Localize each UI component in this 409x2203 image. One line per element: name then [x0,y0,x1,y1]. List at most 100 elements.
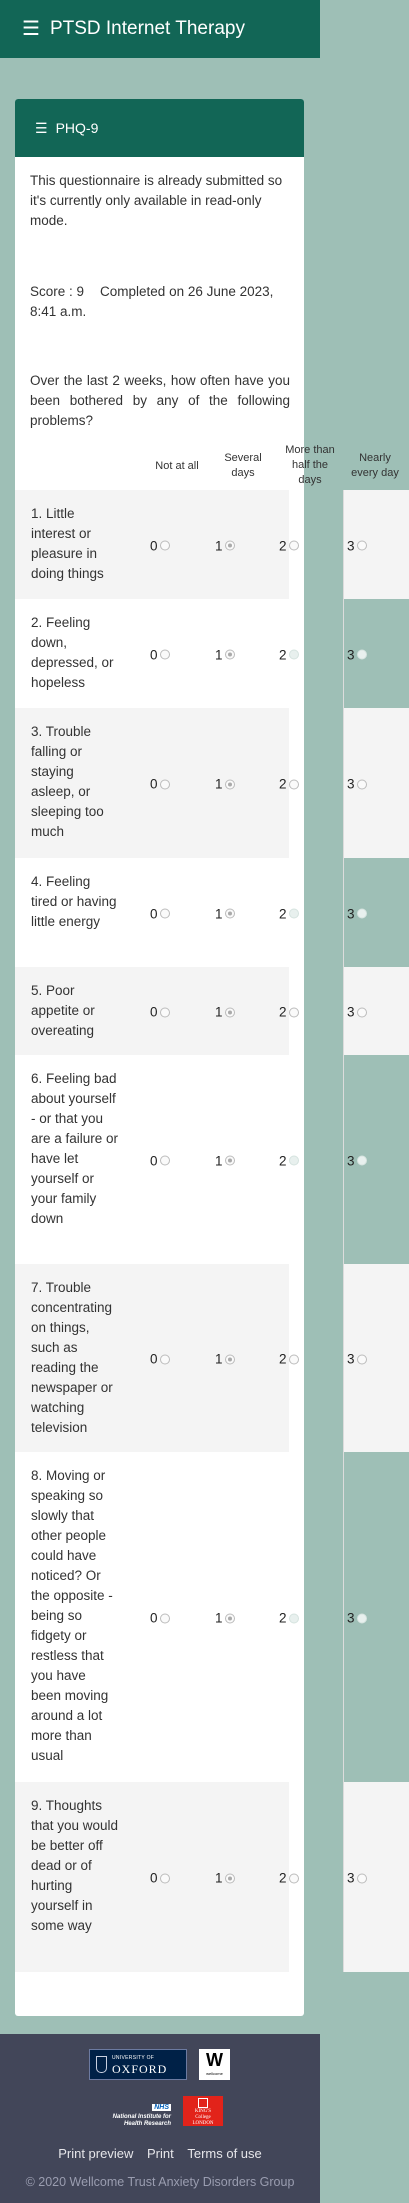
answer-option[interactable]: 3 [347,777,367,792]
answer-option[interactable]: 0 [150,538,170,553]
answer-option[interactable]: 3 [347,1153,367,1168]
answer-option[interactable]: 0 [150,1871,170,1886]
answer-option[interactable]: 3 [347,1611,367,1626]
radio-button[interactable] [224,649,235,660]
answer-option[interactable]: 2 [279,1871,299,1886]
radio-button[interactable] [224,779,235,789]
answer-option[interactable]: 2 [279,906,299,921]
print-preview-link[interactable]: Print preview [58,2146,133,2161]
radio-button[interactable] [159,1873,170,1883]
answer-option[interactable]: 0 [150,1153,170,1168]
radio-button[interactable] [224,1354,235,1364]
wellcome-logo-mark: W [206,2050,223,2070]
radio-button[interactable] [356,908,367,919]
answer-option[interactable]: 3 [347,1871,367,1886]
radio-button[interactable] [224,1613,235,1623]
radio-button[interactable] [288,908,299,919]
answer-option[interactable]: 0 [150,777,170,792]
radio-button[interactable] [288,1155,299,1166]
answer-option[interactable]: 1 [215,1352,235,1367]
radio-button[interactable] [288,540,299,551]
answer-option[interactable]: 1 [215,906,235,921]
answer-value: 1 [215,1351,223,1367]
question-row: 5. Poor appetite or overeating 0 1 2 3 [15,967,409,1055]
answer-option[interactable]: 1 [215,1005,235,1020]
radio-button[interactable] [224,1155,235,1166]
radio-button[interactable] [224,1873,235,1883]
answer-value: 2 [279,1351,287,1367]
answer-option[interactable]: 1 [215,538,235,553]
column-header-several-days: Several days [224,452,262,479]
wellcome-logo[interactable]: W wellcome [199,2049,230,2080]
radio-button[interactable] [356,1613,367,1623]
radio-button[interactable] [288,1613,299,1623]
column-header-nearly-every-day: Nearly every day [351,452,399,479]
radio-button[interactable] [159,908,170,919]
answer-option[interactable]: 0 [150,906,170,921]
question-prompt: Over the last 2 weeks, how often have yo… [30,373,290,428]
radio-button[interactable] [288,779,299,789]
answer-option[interactable]: 1 [215,1153,235,1168]
terms-link[interactable]: Terms of use [187,2146,261,2161]
answer-option[interactable]: 3 [347,1005,367,1020]
answer-option[interactable]: 1 [215,1611,235,1626]
answer-option[interactable]: 2 [279,538,299,553]
answer-option[interactable]: 0 [150,647,170,662]
answer-option[interactable]: 2 [279,777,299,792]
radio-button[interactable] [159,1613,170,1623]
answer-option[interactable]: 3 [347,906,367,921]
answer-value: 3 [347,1153,355,1168]
radio-button[interactable] [159,1354,170,1364]
radio-button[interactable] [356,1873,367,1883]
radio-button[interactable] [356,649,367,660]
answer-option[interactable]: 0 [150,1005,170,1020]
radio-button[interactable] [288,1354,299,1364]
radio-button[interactable] [224,908,235,919]
nhs-badge: NHS [152,2104,171,2111]
oxford-logo[interactable]: UNIVERSITY OF OXFORD [89,2049,187,2080]
answer-option[interactable]: 3 [347,647,367,662]
answer-option[interactable]: 1 [215,1871,235,1886]
question-row: 6. Feeling bad about yourself - or that … [15,1055,409,1264]
question-label: 2. Feeling down, depressed, or hopeless [31,615,114,690]
radio-button[interactable] [288,1007,299,1017]
answer-option[interactable]: 2 [279,1005,299,1020]
nihr-logo[interactable]: NHS National Institute for Health Resear… [99,2096,171,2127]
radio-button[interactable] [159,540,170,551]
kings-college-logo[interactable]: KING'S College LONDON [183,2096,223,2126]
top-app-bar: ☰ PTSD Internet Therapy [0,0,320,58]
radio-button[interactable] [288,1873,299,1883]
app-title[interactable]: PTSD Internet Therapy [50,18,245,40]
column-header-not-at-all: Not at all [155,460,199,472]
question-label: 1. Little interest or pleasure in doing … [31,506,104,581]
radio-button[interactable] [288,649,299,660]
hamburger-icon[interactable]: ☰ [22,19,40,39]
radio-button[interactable] [356,1155,367,1166]
radio-button[interactable] [356,1354,367,1364]
radio-button[interactable] [356,779,367,789]
print-link[interactable]: Print [147,2146,174,2161]
copyright: © 2020 Wellcome Trust Anxiety Disorders … [25,2175,295,2189]
answer-option[interactable]: 0 [150,1352,170,1367]
answer-option[interactable]: 3 [347,538,367,553]
answer-option[interactable]: 3 [347,1352,367,1367]
radio-button[interactable] [224,1007,235,1017]
answer-option[interactable]: 2 [279,1611,299,1626]
radio-button[interactable] [224,540,235,551]
answer-option[interactable]: 2 [279,1352,299,1367]
question-label: 5. Poor appetite or overeating [31,983,95,1038]
answer-option[interactable]: 2 [279,1153,299,1168]
answer-option[interactable]: 2 [279,647,299,662]
answer-option[interactable]: 0 [150,1611,170,1626]
radio-button[interactable] [159,1007,170,1017]
answer-value: 1 [215,1004,223,1020]
radio-button[interactable] [356,540,367,551]
wellcome-logo-name: wellcome [206,2071,223,2076]
radio-button[interactable] [159,1155,170,1166]
answer-option[interactable]: 1 [215,647,235,662]
radio-button[interactable] [159,779,170,789]
answer-value: 3 [347,538,355,553]
radio-button[interactable] [356,1007,367,1017]
radio-button[interactable] [159,649,170,660]
answer-option[interactable]: 1 [215,777,235,792]
